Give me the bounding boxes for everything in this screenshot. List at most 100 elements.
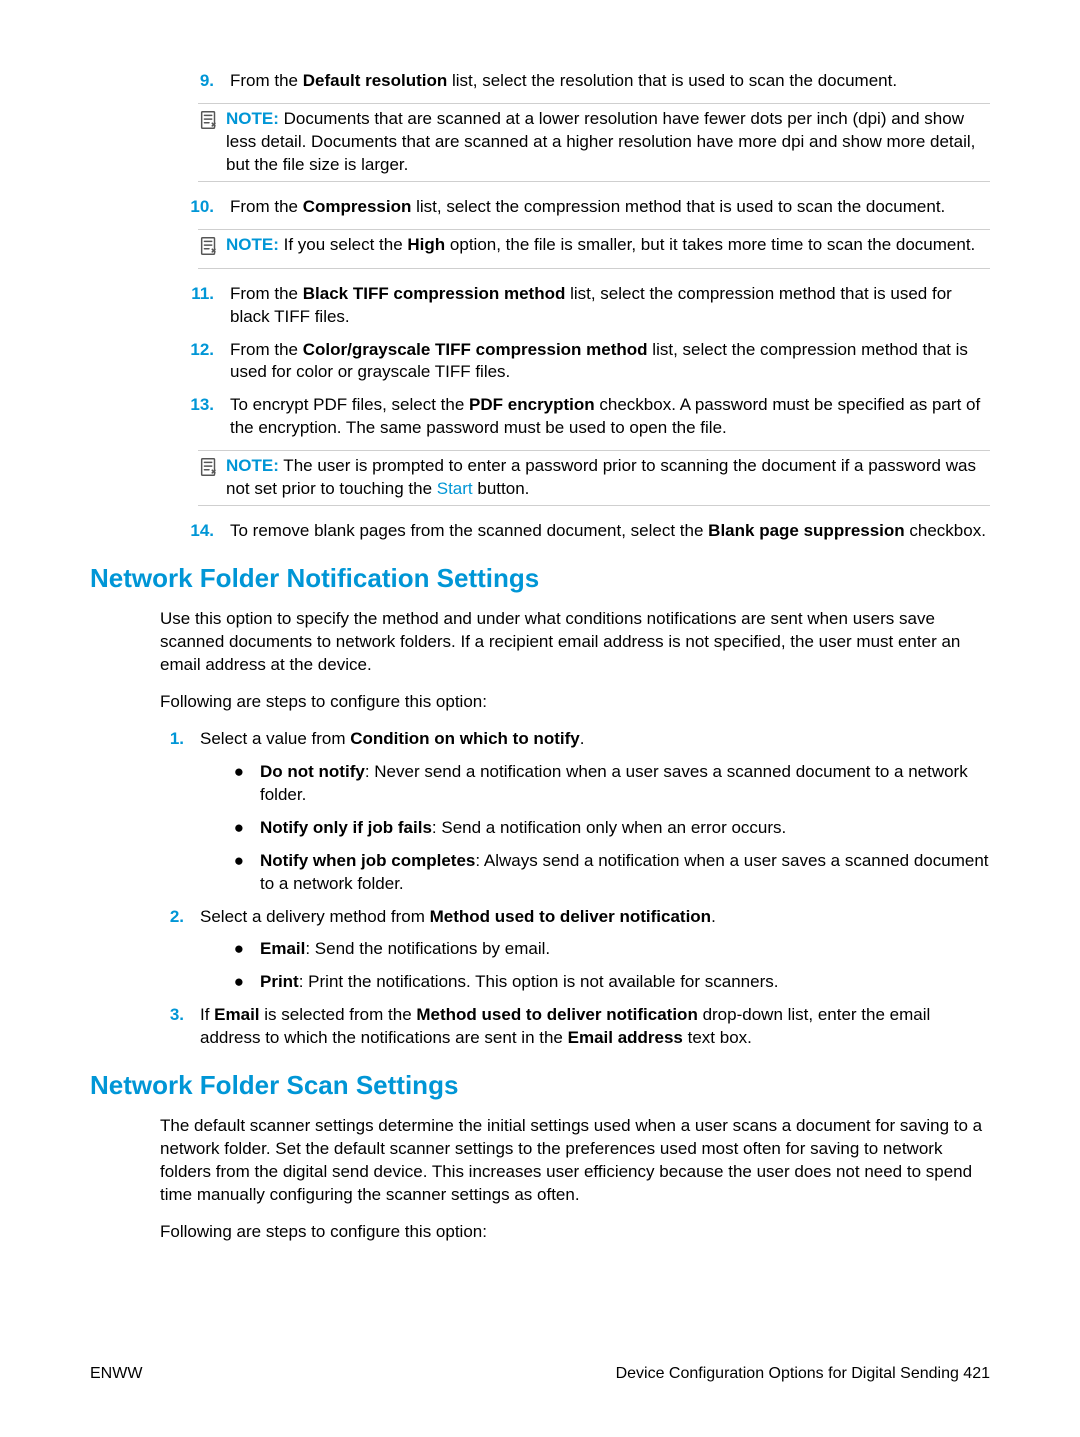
step-10: 10. From the Compression list, select th… (180, 196, 990, 219)
bold: High (407, 235, 445, 254)
bold: Default resolution (303, 71, 448, 90)
bullet-body: Notify when job completes: Always send a… (260, 850, 990, 896)
note-body: NOTE: The user is prompted to enter a pa… (226, 455, 990, 501)
bullet-dot: ● (210, 850, 260, 896)
step-number: 11. (180, 283, 230, 329)
text: To encrypt PDF files, select the (230, 395, 469, 414)
note-icon (198, 109, 224, 138)
note-step-13: NOTE: The user is prompted to enter a pa… (198, 450, 990, 506)
step-14: 14. To remove blank pages from the scann… (180, 520, 990, 543)
text: : Never send a notification when a user … (260, 762, 968, 804)
text: Select a value from (200, 729, 350, 748)
text: From the (230, 284, 303, 303)
note-label: NOTE: (226, 235, 279, 254)
text: . (711, 907, 716, 926)
text: checkbox. (905, 521, 986, 540)
note-label: NOTE: (226, 456, 279, 475)
step-body: To encrypt PDF files, select the PDF enc… (230, 394, 990, 440)
bullet-print: ● Print: Print the notifications. This o… (210, 971, 990, 994)
text: button. (473, 479, 530, 498)
text: The user is prompted to enter a password… (226, 456, 976, 498)
text: From the (230, 340, 303, 359)
bullet-body: Do not notify: Never send a notification… (260, 761, 990, 807)
step-number: 12. (180, 339, 230, 385)
step-number: 1. (160, 728, 200, 751)
step1-bullets: ● Do not notify: Never send a notificati… (210, 761, 990, 896)
note-step-9: NOTE: Documents that are scanned at a lo… (198, 103, 990, 182)
bold: Method used to deliver notification (430, 907, 711, 926)
step-11: 11. From the Black TIFF compression meth… (180, 283, 990, 329)
step-body: From the Color/grayscale TIFF compressio… (230, 339, 990, 385)
bold: Condition on which to notify (350, 729, 579, 748)
text: list, select the compression method that… (411, 197, 945, 216)
bullet-dot: ● (210, 761, 260, 807)
bold: Email (260, 939, 305, 958)
note-body: NOTE: If you select the High option, the… (226, 234, 990, 257)
page: 9. From the Default resolution list, sel… (0, 0, 1080, 1437)
step-body: From the Black TIFF compression method l… (230, 283, 990, 329)
text: list, select the resolution that is used… (447, 71, 897, 90)
step-list-top: 9. From the Default resolution list, sel… (180, 70, 990, 543)
step-body: To remove blank pages from the scanned d… (230, 520, 990, 543)
text: From the (230, 71, 303, 90)
section2-following: Following are steps to configure this op… (160, 1221, 990, 1244)
bold: Compression (303, 197, 412, 216)
step-body: From the Compression list, select the co… (230, 196, 990, 219)
bullet-dot: ● (210, 817, 260, 840)
note-label: NOTE: (226, 109, 279, 128)
heading-notification-settings: Network Folder Notification Settings (90, 561, 990, 596)
text: From the (230, 197, 303, 216)
text: If (200, 1005, 214, 1024)
section1-body: Use this option to specify the method an… (160, 608, 990, 1050)
text: If you select the (279, 235, 408, 254)
step-13: 13. To encrypt PDF files, select the PDF… (180, 394, 990, 440)
note-step-10: NOTE: If you select the High option, the… (198, 229, 990, 269)
text: is selected from the (260, 1005, 417, 1024)
section1-step-3: 3. If Email is selected from the Method … (160, 1004, 990, 1050)
bold: Notify only if job fails (260, 818, 432, 837)
step-body: Select a value from Condition on which t… (200, 728, 990, 751)
bold: Print (260, 972, 299, 991)
step-12: 12. From the Color/grayscale TIFF compre… (180, 339, 990, 385)
step-number: 3. (160, 1004, 200, 1050)
bullet-notify-complete: ● Notify when job completes: Always send… (210, 850, 990, 896)
heading-scan-settings: Network Folder Scan Settings (90, 1068, 990, 1103)
section1-step-2: 2. Select a delivery method from Method … (160, 906, 990, 929)
footer-left: ENWW (90, 1363, 142, 1385)
section1-step-1: 1. Select a value from Condition on whic… (160, 728, 990, 751)
footer-right: Device Configuration Options for Digital… (616, 1363, 990, 1385)
bold: Method used to deliver notification (416, 1005, 697, 1024)
step-body: Select a delivery method from Method use… (200, 906, 990, 929)
note-icon (198, 456, 224, 485)
step-body: From the Default resolution list, select… (230, 70, 990, 93)
step-number: 10. (180, 196, 230, 219)
bold: Email address (568, 1028, 683, 1047)
bold: Blank page suppression (708, 521, 905, 540)
section1-following: Following are steps to configure this op… (160, 691, 990, 714)
step-body: If Email is selected from the Method use… (200, 1004, 990, 1050)
bullet-dot: ● (210, 938, 260, 961)
note-text: Documents that are scanned at a lower re… (226, 109, 975, 174)
bullet-dot: ● (210, 971, 260, 994)
bullet-notify-fail: ● Notify only if job fails: Send a notif… (210, 817, 990, 840)
bold: Email (214, 1005, 259, 1024)
bullet-body: Notify only if job fails: Send a notific… (260, 817, 990, 840)
bold: Do not notify (260, 762, 365, 781)
step2-bullets: ● Email: Send the notifications by email… (210, 938, 990, 994)
page-footer: ENWW Device Configuration Options for Di… (90, 1363, 990, 1385)
bullet-body: Print: Print the notifications. This opt… (260, 971, 990, 994)
section2-body: The default scanner settings determine t… (160, 1115, 990, 1244)
text: text box. (683, 1028, 752, 1047)
section2-intro: The default scanner settings determine t… (160, 1115, 990, 1207)
start-link: Start (437, 479, 473, 498)
bullet-do-not-notify: ● Do not notify: Never send a notificati… (210, 761, 990, 807)
bold: Notify when job completes (260, 851, 475, 870)
step-9: 9. From the Default resolution list, sel… (180, 70, 990, 93)
text: Select a delivery method from (200, 907, 430, 926)
note-body: NOTE: Documents that are scanned at a lo… (226, 108, 990, 177)
text: : Print the notifications. This option i… (299, 972, 779, 991)
step-number: 9. (180, 70, 230, 93)
bullet-email: ● Email: Send the notifications by email… (210, 938, 990, 961)
note-icon (198, 235, 224, 264)
text: : Send a notification only when an error… (432, 818, 786, 837)
